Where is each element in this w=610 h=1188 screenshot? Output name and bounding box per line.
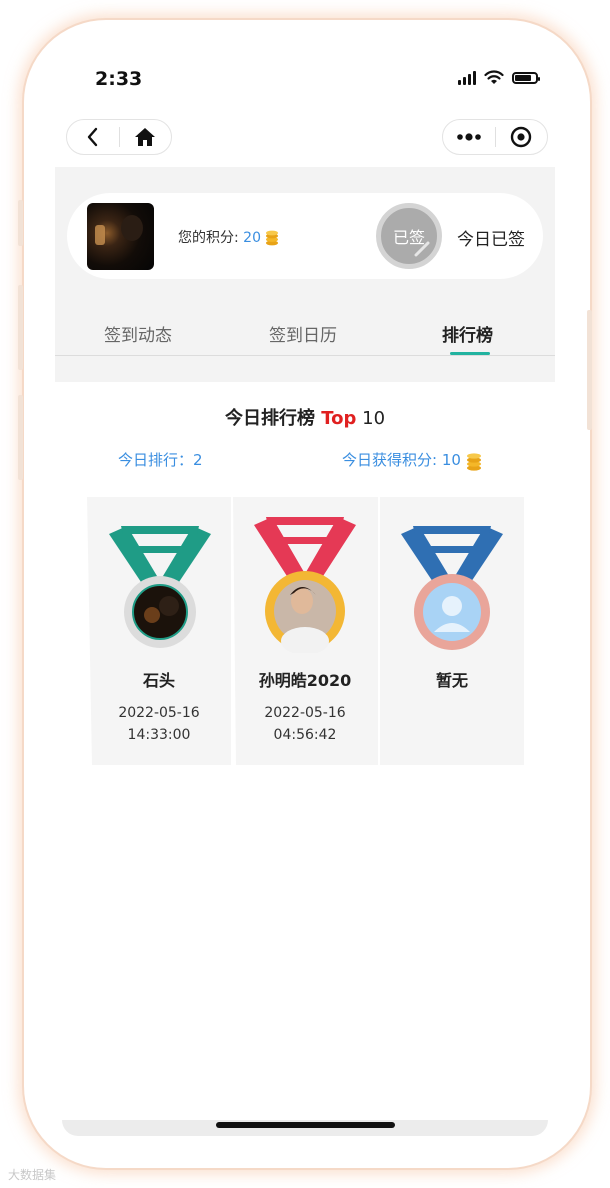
watermark-text: 大数据集 — [8, 1168, 57, 1182]
today-points: 今日获得积分: 10 — [342, 449, 482, 471]
avatar — [132, 584, 188, 640]
today-points-text: 今日获得积分: 10 — [342, 451, 461, 469]
side-button — [18, 285, 23, 370]
podium-name: 孙明皓2020 — [258, 671, 352, 690]
points-row: 您的积分: 20 — [178, 227, 279, 247]
podium-name: 石头 — [142, 671, 175, 690]
home-icon — [135, 128, 156, 146]
target-icon — [511, 126, 532, 148]
signal-icon — [458, 70, 476, 85]
watermark: 大数据集 — [8, 1166, 56, 1183]
tab-leaderboard[interactable]: 排行榜 — [442, 321, 493, 346]
points-value: 20 — [243, 230, 261, 246]
chevron-left-icon — [87, 127, 97, 147]
ribbon-top — [121, 526, 199, 534]
medal-icon — [254, 517, 356, 653]
podium-date: 2022-05-16 — [118, 705, 200, 721]
close-miniprogram-button[interactable] — [496, 120, 548, 154]
ribbon-top — [266, 517, 344, 525]
podium-name: 暂无 — [435, 671, 468, 690]
battery-icon — [512, 71, 540, 84]
side-button — [18, 200, 23, 246]
nav-capsule-left — [66, 119, 172, 155]
podium-date: 2022-05-16 — [264, 705, 346, 721]
leaderboard-title: 今日排行榜 Top 10 — [0, 404, 610, 430]
ribbon-mid — [427, 546, 477, 553]
pen-icon — [414, 241, 430, 257]
title-prefix: 今日排行榜 — [224, 408, 322, 429]
ribbon-mid — [280, 537, 330, 544]
coin-icon — [466, 452, 481, 471]
tabs-divider — [55, 355, 555, 356]
nav-capsule-right — [442, 119, 548, 155]
home-indicator — [216, 1122, 395, 1128]
back-button[interactable] — [67, 120, 119, 154]
title-top: Top — [321, 408, 357, 429]
more-button[interactable] — [443, 120, 495, 154]
ribbon-mid — [135, 546, 185, 553]
status-time: 2:33 — [95, 68, 143, 90]
points-label: 您的积分: — [178, 230, 239, 246]
active-tab-indicator — [450, 352, 490, 355]
home-button[interactable] — [120, 120, 172, 154]
podium-time: 04:56:42 — [273, 727, 337, 743]
status-icons — [458, 70, 540, 85]
wifi-icon — [484, 70, 504, 84]
signed-stamp-button[interactable]: 已签 — [376, 203, 442, 269]
ribbon-top — [413, 526, 491, 534]
medal-icon — [401, 526, 503, 650]
today-rank: 今日排行：2 — [118, 451, 203, 469]
more-dots-icon — [456, 133, 481, 141]
tab-sign-activity[interactable]: 签到动态 — [104, 321, 172, 346]
tab-sign-calendar[interactable]: 签到日历 — [269, 321, 337, 346]
title-count: 10 — [356, 408, 386, 429]
medal-icon — [109, 526, 211, 648]
coin-icon — [266, 230, 279, 246]
podium-time: 14:33:00 — [127, 727, 191, 743]
signed-today-text: 今日已签 — [457, 230, 525, 250]
avatar[interactable] — [87, 203, 154, 270]
